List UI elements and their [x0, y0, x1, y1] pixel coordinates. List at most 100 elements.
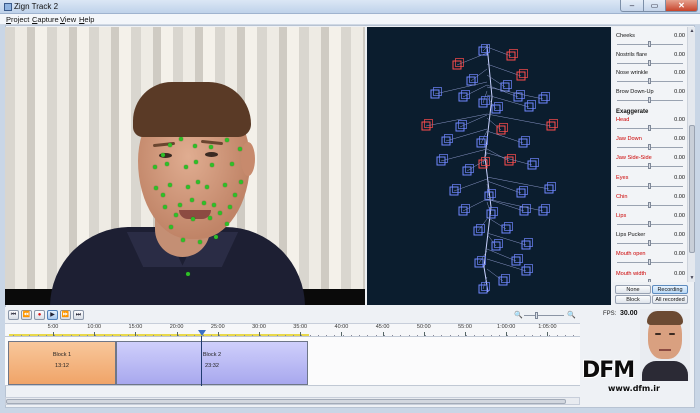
mesh-joint-box [473, 218, 488, 236]
block-duration: 13:12 [55, 363, 69, 369]
slider-handle[interactable] [648, 144, 651, 151]
camera-view[interactable] [5, 27, 365, 305]
mesh-joint-box [486, 130, 530, 148]
slider-value: 0.00 [674, 174, 685, 181]
mesh-joint-box [486, 176, 556, 194]
tracking-dot [210, 163, 214, 167]
scroll-thumb[interactable] [689, 125, 695, 253]
zoom-slider-handle[interactable] [535, 312, 538, 319]
tracking-dot [179, 137, 183, 141]
maximize-button[interactable]: ▭ [643, 0, 666, 12]
slider-handle[interactable] [648, 96, 651, 103]
right-eye [205, 152, 218, 157]
slider-handle[interactable] [648, 78, 651, 84]
menu-capture[interactable]: Capture [32, 15, 59, 24]
menu-help[interactable]: Help [79, 15, 94, 24]
fps-label: FPS: [603, 311, 617, 317]
slider-scrollbar[interactable]: ▲ ▼ [687, 27, 695, 282]
tracking-dot [191, 217, 195, 221]
3d-mesh-viewport[interactable] [367, 27, 611, 305]
timeline-ruler[interactable]: 5:00 10:00 15:00 20:00 25:00 30:00 35:00 40:00 4… [5, 323, 580, 337]
menu-view[interactable]: View [60, 15, 76, 24]
tracking-dot [193, 144, 197, 148]
timeline-scroll-thumb[interactable] [6, 399, 566, 404]
slider-value: 0.00 [674, 136, 685, 143]
scroll-down-icon[interactable]: ▼ [688, 274, 696, 282]
skip-start-icon[interactable]: ⏮ [8, 310, 19, 320]
subject-mouth [179, 210, 211, 219]
tracking-dot [239, 180, 243, 184]
subject-ear [241, 142, 255, 176]
timeline-block-2[interactable]: Block 2 23:32 [116, 341, 308, 385]
tracking-dot [161, 193, 165, 197]
zoom-out-icon[interactable]: 🔍 [514, 311, 523, 319]
step-back-icon[interactable]: ⏪ [21, 310, 32, 320]
ruler-label: 15:00 [128, 324, 143, 330]
mesh-joint-box [486, 233, 503, 251]
avatar-hair [647, 311, 683, 325]
tracking-dot [154, 186, 158, 190]
minimize-button[interactable]: – [620, 0, 644, 12]
slider-handle[interactable] [648, 125, 651, 131]
tracking-dot [184, 165, 188, 169]
slider-handle[interactable] [648, 221, 651, 227]
tracking-dot [194, 160, 198, 164]
tracking-dot [181, 238, 185, 242]
scroll-up-icon[interactable]: ▲ [688, 27, 696, 35]
slider-handle[interactable] [648, 41, 651, 47]
slider-label: Mouth width [616, 270, 647, 277]
none-button[interactable]: None [615, 285, 651, 294]
timeline-scrollbar[interactable] [5, 397, 580, 405]
tracking-dot [196, 180, 200, 184]
tracking-dot [202, 201, 206, 205]
playhead-line[interactable] [201, 336, 202, 386]
play-icon[interactable]: ▶ [47, 310, 58, 320]
tracking-dot [186, 185, 190, 189]
ruler-label: 55:00 [458, 324, 472, 330]
slider-row: Lips 0.00 [615, 213, 685, 231]
slider-label: Cheeks [616, 33, 635, 39]
slider-label: Nose wrinkle [616, 70, 649, 76]
slider-value: 0.00 [674, 251, 685, 258]
step-forward-icon[interactable]: ⏩ [60, 310, 71, 320]
slider-handle[interactable] [648, 59, 651, 66]
tracking-dot [238, 147, 242, 151]
recording-button[interactable]: Recording [652, 285, 688, 294]
record-icon[interactable]: ● [34, 310, 45, 320]
playhead-handle[interactable] [198, 330, 206, 336]
slider-handle[interactable] [648, 201, 651, 208]
slider-handle[interactable] [648, 163, 651, 170]
close-button[interactable]: ✕ [665, 0, 698, 12]
slider-value: 0.00 [674, 232, 685, 239]
timeline-block-1[interactable]: Block 1 13:12 [8, 341, 116, 385]
block-button[interactable]: Block [615, 295, 651, 304]
slider-handle[interactable] [648, 278, 651, 282]
mesh-joint-box [486, 268, 510, 286]
slider-handle[interactable] [648, 240, 651, 247]
slider-handle[interactable] [648, 259, 651, 266]
menu-project[interactable]: Project [6, 15, 29, 24]
tracking-dot [225, 138, 229, 142]
mesh-joint-box [478, 276, 490, 294]
slider-row: Jaw Side-Side 0.00 [615, 155, 685, 173]
slider-handle[interactable] [648, 182, 651, 189]
block-name: Block 2 [202, 352, 222, 358]
slider-value: 0.00 [674, 88, 685, 95]
tracking-dot [186, 272, 190, 276]
all-recorded-button[interactable]: All recorded [652, 295, 688, 304]
mesh-joint-box [486, 46, 518, 61]
slider-row: Jaw Down 0.00 [615, 136, 685, 154]
tracking-dot [198, 240, 202, 244]
slider-label: Jaw Side-Side [616, 155, 652, 162]
zoom-slider-track[interactable] [524, 315, 564, 316]
tracking-dot [190, 198, 194, 202]
slider-value: 0.00 [674, 70, 685, 76]
tracking-dot [165, 162, 169, 166]
mesh-joint-box [486, 201, 498, 219]
skip-end-icon[interactable]: ⏭ [73, 310, 84, 320]
slider-row: Lips Pucker 0.00 [615, 232, 685, 250]
tracking-dot [233, 193, 237, 197]
tracking-dot [168, 183, 172, 187]
zoom-in-icon[interactable]: 🔍 [567, 311, 576, 319]
slider-label: Jaw Down [616, 136, 642, 143]
